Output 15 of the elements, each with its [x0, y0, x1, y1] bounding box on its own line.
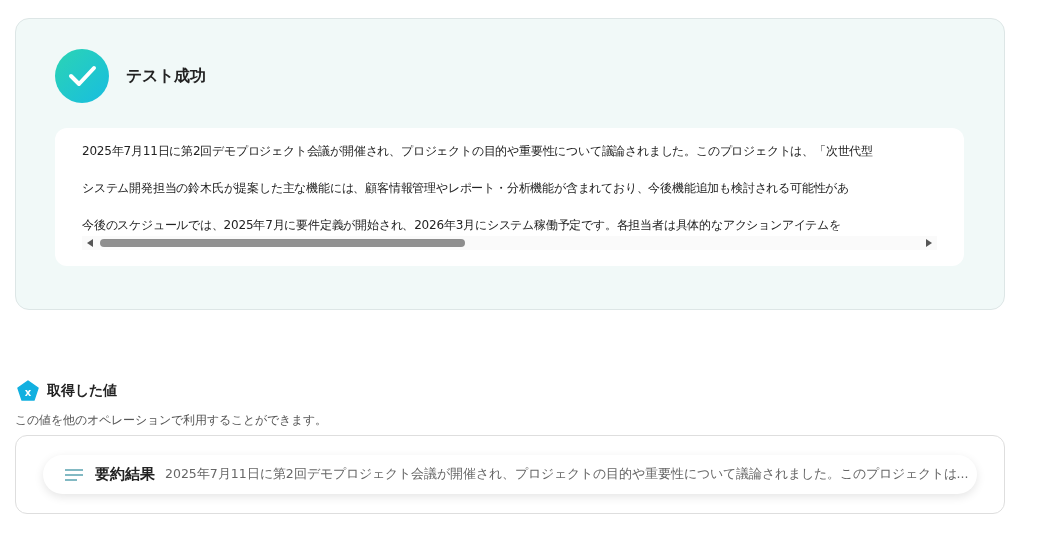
- output-line: システム開発担当の鈴木氏が提案した主な機能には、顧客情報管理やレポート・分析機能が含まれており、今後機能追加も検討される可能性があ: [82, 181, 850, 195]
- check-icon: [55, 49, 109, 103]
- value-label: 要約結果: [95, 465, 155, 484]
- scroll-right-icon[interactable]: [925, 238, 933, 248]
- section-description: この値を他のオペレーションで利用することができます。: [15, 413, 328, 428]
- horizontal-scrollbar[interactable]: [82, 236, 937, 250]
- scroll-left-icon[interactable]: [86, 238, 94, 248]
- value-text: 2025年7月11日に第2回デモプロジェクト会議が開催され、プロジェクトの目的や重要性について議論されました。このプロジェクトは...: [165, 466, 969, 483]
- section-title: 取得した値: [47, 382, 117, 400]
- variable-icon: x: [17, 380, 39, 402]
- text-lines-icon: [65, 467, 83, 482]
- result-title: テスト成功: [126, 65, 206, 87]
- value-chip[interactable]: 要約結果 2025年7月11日に第2回デモプロジェクト会議が開催され、プロジェクトの目的や重要性について議論されました。このプロジェクトは...: [43, 455, 977, 494]
- output-line: 今後のスケジュールでは、2025年7月に要件定義が開始され、2026年3月にシステム稼働予定です。各担当者は具体的なアクションアイテムを: [82, 218, 842, 232]
- output-line: 2025年7月11日に第2回デモプロジェクト会議が開催され、プロジェクトの目的や重要性について議論されました。このプロジェクトは、「次世代型: [82, 144, 875, 158]
